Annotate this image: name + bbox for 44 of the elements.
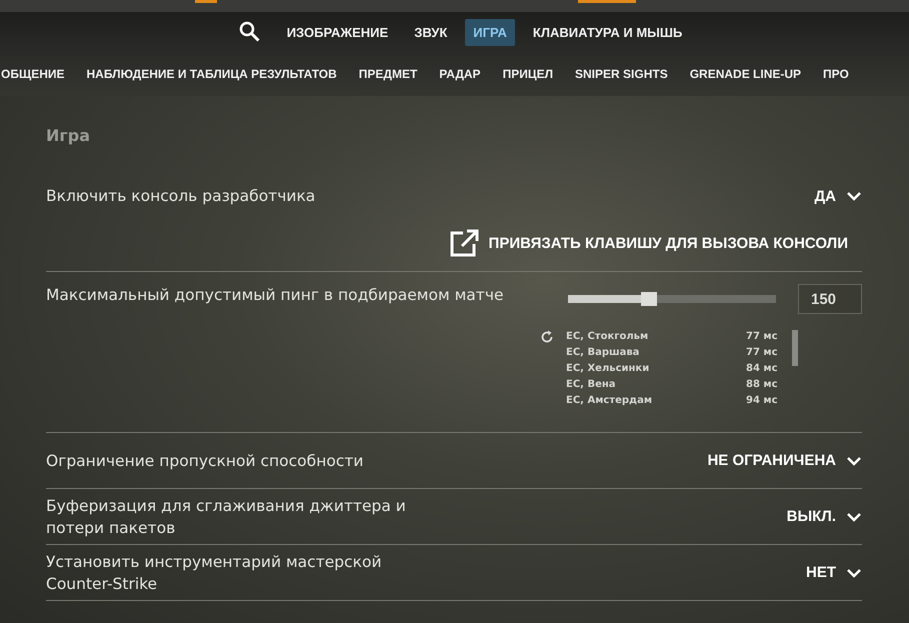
dropdown-button[interactable]: ВЫКЛ.: [786, 508, 862, 525]
scrollbar[interactable]: [792, 330, 798, 366]
search-icon[interactable]: [238, 21, 261, 43]
nav-tab[interactable]: КЛАВИАТУРА И МЫШЬ: [524, 18, 690, 46]
server-ping: 94 мс: [746, 394, 776, 408]
server-ping: 88 мс: [746, 378, 776, 392]
setting-label: Ограничение пропускной способности: [46, 450, 364, 472]
ping-input-field[interactable]: 150: [798, 284, 862, 314]
dropdown-button[interactable]: ДА: [814, 188, 862, 204]
chevron-down-icon: [846, 191, 862, 201]
sub-tab[interactable]: ПРЕДМЕТ: [348, 67, 428, 81]
nav-tab[interactable]: ИГРА: [465, 18, 515, 46]
server-name: EC, Стокгольм: [566, 330, 650, 344]
sub-tab[interactable]: SNIPER SIGHTS: [564, 67, 679, 81]
nav-tab[interactable]: ЗВУК: [406, 18, 456, 46]
server-ping: 84 мс: [746, 362, 776, 376]
refresh-icon[interactable]: [540, 330, 554, 344]
slider-thumb[interactable]: [641, 292, 658, 306]
sub-tab[interactable]: ПРО: [812, 67, 860, 81]
dropdown-button[interactable]: НЕТ: [806, 564, 862, 581]
sub-tab[interactable]: ОБЩЕНИЕ: [0, 67, 76, 81]
nav-tab[interactable]: ИЗОБРАЖЕНИЕ: [278, 18, 396, 46]
chevron-down-icon: [846, 512, 862, 522]
section-title: Игра: [46, 126, 91, 145]
server-name: EC, Варшава: [566, 346, 640, 360]
external-link-icon: [448, 229, 479, 257]
sub-tab[interactable]: GRENADE LINE-UP: [678, 67, 812, 81]
bind-key-link[interactable]: ПРИВЯЗАТЬ КЛАВИШУ ДЛЯ ВЫЗОВА КОНСОЛИ: [448, 229, 848, 257]
sub-tab[interactable]: ПРИЦЕЛ: [492, 67, 564, 81]
setting-label: Включить консоль разработчика: [46, 186, 316, 207]
server-name: EC, Вена: [566, 378, 617, 392]
chevron-down-icon: [846, 456, 862, 466]
server-ping: 77 мс: [746, 330, 776, 344]
sub-tab[interactable]: НАБЛЮДЕНИЕ И ТАБЛИЦА РЕЗУЛЬТАТОВ: [76, 67, 348, 81]
setting-label: Максимальный допустимый пинг в подбираемом матче: [46, 285, 504, 306]
server-ping: 77 мс: [746, 346, 776, 360]
server-name: EC, Амстердам: [566, 394, 654, 408]
server-name: EC, Хельсинки: [566, 362, 650, 376]
setting-label: Буферизация для сглаживания джиттера и потери пакетов: [46, 496, 407, 538]
ping-slider[interactable]: [568, 295, 776, 303]
dropdown-button[interactable]: НЕ ОГРАНИЧЕНА: [707, 452, 862, 469]
sub-tab[interactable]: РАДАР: [428, 67, 492, 81]
chevron-down-icon: [846, 568, 862, 578]
setting-label: Установить инструментарий мастерской Counter-Strike: [46, 552, 383, 594]
